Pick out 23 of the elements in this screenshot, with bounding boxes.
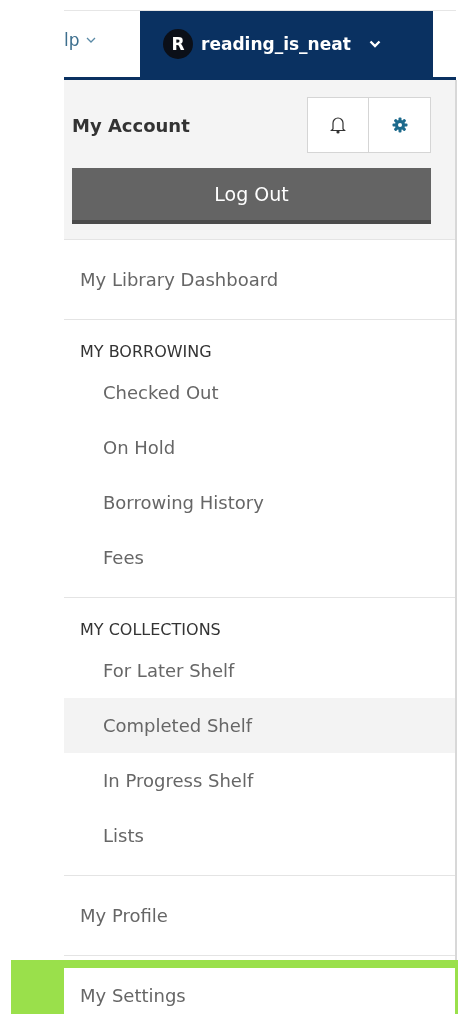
menu-link[interactable]: Completed Shelf	[64, 698, 455, 753]
bell-icon	[330, 116, 346, 134]
log-out-button[interactable]: Log Out	[72, 168, 431, 224]
menu-link[interactable]: My Settings	[64, 968, 455, 1014]
caret-icon	[368, 40, 381, 48]
user-menu-tab[interactable]: R reading_is_neat	[140, 11, 433, 77]
menu-link[interactable]: My Profile	[64, 888, 455, 943]
menu-link[interactable]: Checked Out	[64, 365, 455, 420]
menu-link[interactable]: My Library Dashboard	[64, 252, 455, 307]
menu-link[interactable]: Lists	[64, 808, 455, 863]
account-title: My Account	[72, 114, 190, 136]
menu-link[interactable]: In Progress Shelf	[64, 753, 455, 808]
section-heading: MY COLLECTIONS	[79, 619, 222, 641]
help-menu-tab[interactable]: lp	[64, 11, 140, 77]
caret-icon	[85, 37, 96, 43]
menu-link[interactable]: For Later Shelf	[64, 643, 455, 698]
menu-link[interactable]: Borrowing History	[64, 475, 455, 530]
section-heading: MY BORROWING	[79, 341, 213, 363]
avatar: R	[163, 29, 193, 59]
settings-button[interactable]	[369, 97, 431, 153]
menu-link[interactable]: Fees	[64, 530, 455, 585]
menu-link[interactable]: On Hold	[64, 420, 455, 475]
settings-icon	[391, 117, 408, 133]
